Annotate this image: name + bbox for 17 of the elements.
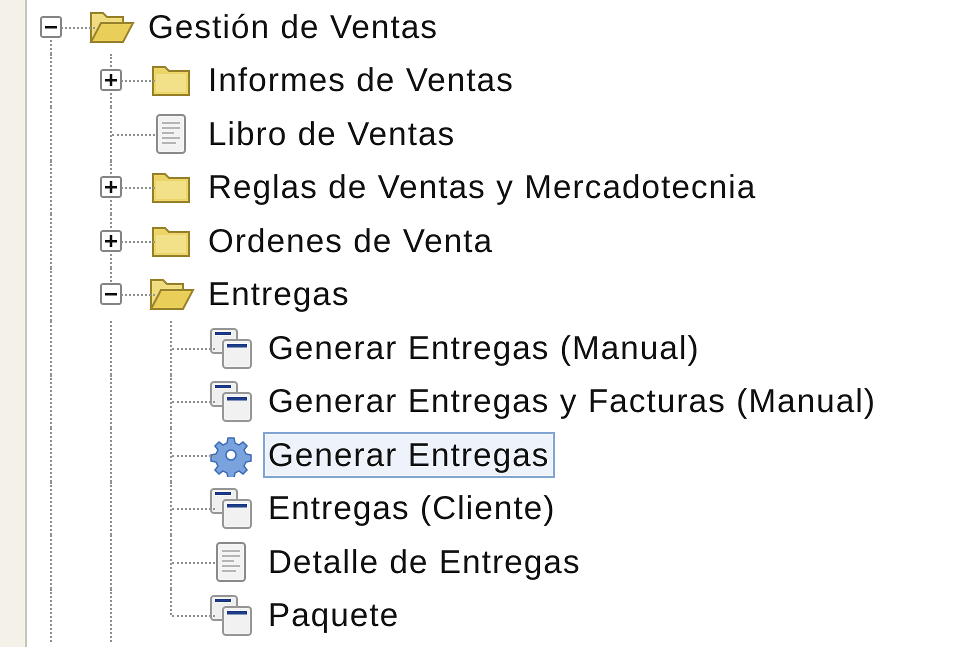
collapse-icon[interactable] <box>40 16 62 38</box>
collapse-icon[interactable] <box>100 283 122 306</box>
tree-item[interactable]: Entregas <box>203 271 355 318</box>
tree-item[interactable]: Gestión de Ventas <box>143 4 444 50</box>
expand-icon[interactable] <box>100 176 122 198</box>
tree-item[interactable]: Generar Entregas y Facturas (Manual) <box>263 378 882 424</box>
tree-item[interactable]: Entregas (Cliente) <box>263 485 561 532</box>
tree-item[interactable]: Ordenes de Venta <box>203 218 498 264</box>
tree-item[interactable]: Detalle de Entregas <box>263 538 586 585</box>
expand-icon[interactable] <box>100 230 122 252</box>
tree-item[interactable]: Generar Entregas <box>263 432 555 478</box>
expand-icon[interactable] <box>100 69 122 92</box>
tree-item[interactable]: Libro de Ventas <box>203 110 460 157</box>
tree-item[interactable]: Generar Entregas (Manual) <box>263 324 705 371</box>
tree-item[interactable]: Informes de Ventas <box>203 57 519 104</box>
tree-item[interactable]: Paquete <box>263 592 404 638</box>
tree-item[interactable]: Reglas de Ventas y Mercadotecnia <box>203 164 762 210</box>
